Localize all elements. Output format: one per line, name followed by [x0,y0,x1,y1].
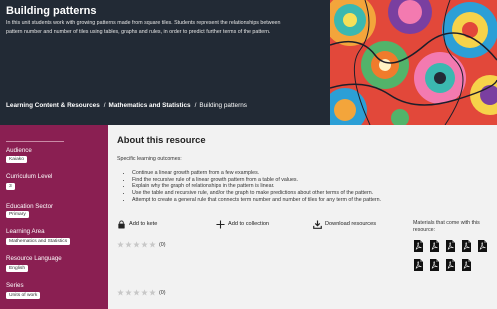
audience-tag[interactable]: Kaiako [6,156,27,163]
add-to-kete-label: Add to kete [129,221,158,227]
curriculum-level-label: Curriculum Level [6,173,53,180]
star-rating[interactable]: (0) [117,289,165,296]
list-item: Continue a linear growth pattern from a … [132,170,432,177]
page-header: Building patterns In this unit students … [0,0,497,125]
pdf-file-icon[interactable] [414,259,423,271]
list-item: Find the recursive rule of a linear grow… [132,177,432,184]
star-icon[interactable] [125,241,132,248]
learning-area-label: Learning Area [6,228,45,235]
list-item: Use the table and recursive rule, and/or… [132,190,432,197]
hero-pattern-image [330,0,497,125]
curriculum-level-tag[interactable]: 3 [6,183,15,190]
pdf-file-icon[interactable] [462,240,471,252]
add-to-collection-label: Add to collection [228,221,270,227]
main-content: About this resource Specific learning ou… [108,125,497,309]
download-resources-label: Download resources [325,221,376,227]
breadcrumb-current: Building patterns [199,102,247,109]
star-icon[interactable] [125,289,132,296]
resource-language-tag[interactable]: English [6,265,29,272]
star-icon[interactable] [117,241,124,248]
add-to-kete-button[interactable]: Add to kete [117,219,157,229]
plus-icon [216,219,225,229]
pdf-file-icon[interactable] [462,259,471,271]
pdf-file-icon[interactable] [414,240,423,252]
resource-language-label: Resource Language [6,255,62,262]
materials-label: Materials that come with this resource: [413,220,480,233]
resource-intro: In this unit students work with growing … [6,20,281,35]
add-to-collection-button[interactable]: Add to collection [216,219,269,229]
pdf-file-icon[interactable] [430,240,439,252]
download-icon [313,219,322,229]
star-icon[interactable] [141,241,148,248]
star-icon[interactable] [133,289,140,296]
outcomes-heading: Specific learning outcomes: [117,156,182,162]
breadcrumb: Learning Content & Resources / Mathematics… [6,102,247,109]
rating-count: (0) [159,241,166,248]
section-title: About this resource [117,134,206,145]
star-icon[interactable] [149,241,156,248]
pdf-file-icon[interactable] [446,259,455,271]
education-sector-tag[interactable]: Primary [6,211,29,218]
download-resources-button[interactable]: Download resources [313,219,376,229]
breadcrumb-separator: / [103,102,106,109]
series-tag[interactable]: Units of work [6,292,41,299]
page-title: Building patterns [6,5,97,17]
resource-sidebar: Audience Kaiako Curriculum Level 3 Educa… [0,125,108,309]
learning-area-tag[interactable]: Mathematics and Statistics [6,238,71,245]
pdf-file-icon[interactable] [430,259,439,271]
pdf-file-icon[interactable] [446,240,455,252]
breadcrumb-mathematics[interactable]: Mathematics and Statistics [109,102,191,109]
star-icon[interactable] [133,241,140,248]
star-icon[interactable] [149,289,156,296]
star-rating[interactable]: (0) [117,241,165,248]
sidebar-divider [6,141,64,142]
lock-bag-icon [118,219,125,229]
breadcrumb-separator: / [194,102,197,109]
list-item: Attempt to create a general rule that co… [132,197,432,204]
outcomes-list: Continue a linear growth pattern from a … [126,170,432,204]
rating-count: (0) [159,289,166,296]
education-sector-label: Education Sector [6,203,54,210]
list-item: Explain why the graph of relationships i… [132,183,432,190]
star-icon[interactable] [117,289,124,296]
star-icon[interactable] [141,289,148,296]
audience-label: Audience [6,147,32,154]
pdf-file-icon[interactable] [478,240,487,252]
series-label: Series [6,282,24,289]
breadcrumb-learning-content[interactable]: Learning Content & Resources [6,102,100,109]
